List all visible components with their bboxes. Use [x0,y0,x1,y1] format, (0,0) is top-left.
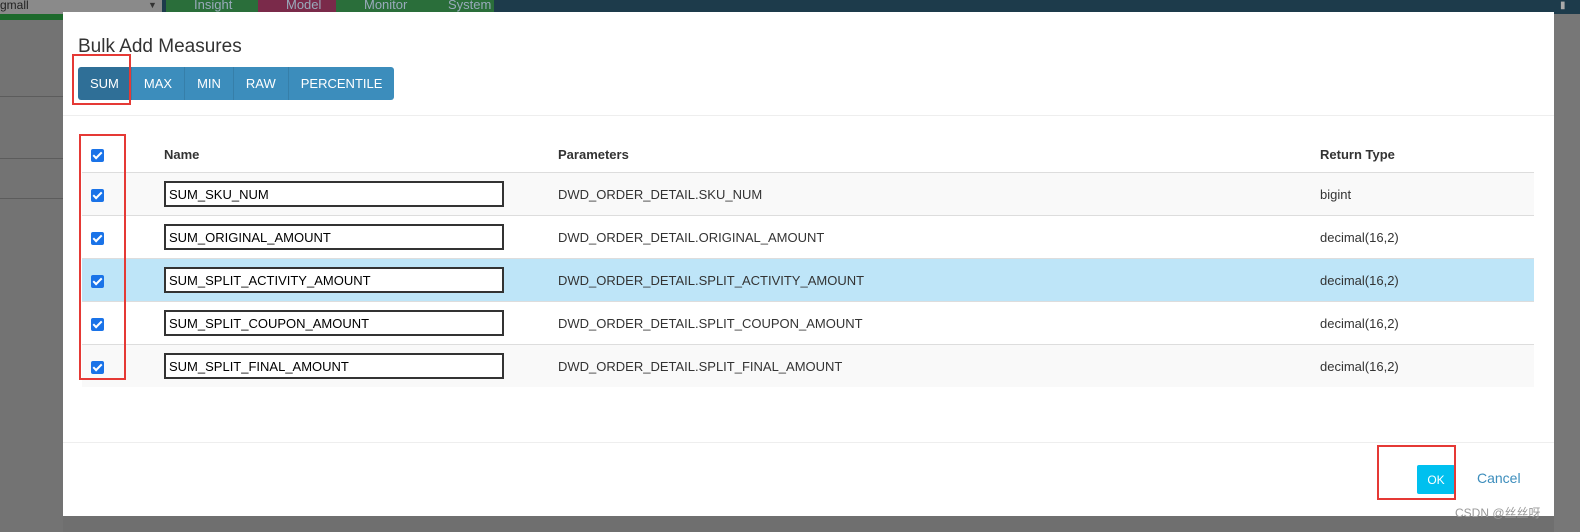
column-header-return-type: Return Type [1320,146,1395,162]
parameters-cell: DWD_ORDER_DETAIL.ORIGINAL_AMOUNT [558,215,1320,259]
chevron-down-icon: ▼ [148,0,157,10]
ok-button[interactable]: OK [1417,465,1455,494]
background-sidebar [0,20,63,532]
sidebar-divider [0,198,63,199]
project-name: gmall [0,0,29,12]
parameters-cell: DWD_ORDER_DETAIL.SPLIT_ACTIVITY_AMOUNT [558,258,1320,302]
row-checkbox[interactable] [91,231,104,245]
row-check-cell [82,215,164,259]
header-divider [63,115,1554,116]
select-all-cell [82,136,164,173]
user-icon: ▮ [1560,0,1566,11]
function-min-button[interactable]: MIN [185,67,234,100]
row-checkbox[interactable] [91,274,104,288]
parameters-cell: DWD_ORDER_DETAIL.SPLIT_COUPON_AMOUNT [558,301,1320,345]
select-all-checkbox[interactable] [91,148,104,162]
function-max-button[interactable]: MAX [131,67,186,100]
parameters-cell: DWD_ORDER_DETAIL.SPLIT_FINAL_AMOUNT [558,344,1320,387]
footer-divider [63,442,1554,443]
measures-table: Name Parameters Return Type DWD_ORDER_DE… [82,136,1534,387]
name-cell [164,344,558,387]
name-cell [164,301,558,345]
function-button-group: SUM MAX MIN RAW PERCENTILE [78,67,395,100]
row-check-cell [82,258,164,302]
return-type-cell: decimal(16,2) [1320,344,1534,387]
return-type-cell: decimal(16,2) [1320,301,1534,345]
measure-name-input[interactable] [164,310,504,336]
row-checkbox[interactable] [91,317,104,331]
table-row: DWD_ORDER_DETAIL.SPLIT_ACTIVITY_AMOUNT d… [82,258,1534,302]
sidebar-divider [0,96,63,97]
parameters-cell: DWD_ORDER_DETAIL.SKU_NUM [558,172,1320,216]
function-sum-button[interactable]: SUM [78,67,132,100]
background-right-panel [1554,14,1580,532]
bulk-add-measures-modal: Bulk Add Measures SUM MAX MIN RAW PERCEN… [63,12,1554,516]
measure-name-input[interactable] [164,353,504,379]
return-type-cell: decimal(16,2) [1320,215,1534,259]
table-header-row: Name Parameters Return Type [82,136,1534,173]
row-check-cell [82,301,164,345]
table-row: DWD_ORDER_DETAIL.SPLIT_COUPON_AMOUNT dec… [82,301,1534,345]
row-checkbox[interactable] [91,360,104,374]
row-check-cell [82,172,164,216]
modal-title: Bulk Add Measures [78,36,242,57]
name-cell [164,215,558,259]
measure-name-input[interactable] [164,267,504,293]
row-check-cell [82,344,164,387]
table-row: DWD_ORDER_DETAIL.SPLIT_FINAL_AMOUNT deci… [82,344,1534,387]
name-cell [164,258,558,302]
return-type-cell: bigint [1320,172,1534,216]
name-cell [164,172,558,216]
measure-name-input[interactable] [164,224,504,250]
function-percentile-button[interactable]: PERCENTILE [288,67,395,100]
sidebar-divider [0,158,63,159]
function-raw-button[interactable]: RAW [233,67,289,100]
table-row: DWD_ORDER_DETAIL.SKU_NUM bigint [82,172,1534,216]
table-row: DWD_ORDER_DETAIL.ORIGINAL_AMOUNT decimal… [82,215,1534,259]
column-header-parameters: Parameters [558,146,629,162]
cancel-button[interactable]: Cancel [1477,470,1521,486]
watermark: CSDN @丝丝呀 [1455,506,1541,520]
row-checkbox[interactable] [91,188,104,202]
measure-name-input[interactable] [164,181,504,207]
column-header-name: Name [164,146,200,162]
return-type-cell: decimal(16,2) [1320,258,1534,302]
